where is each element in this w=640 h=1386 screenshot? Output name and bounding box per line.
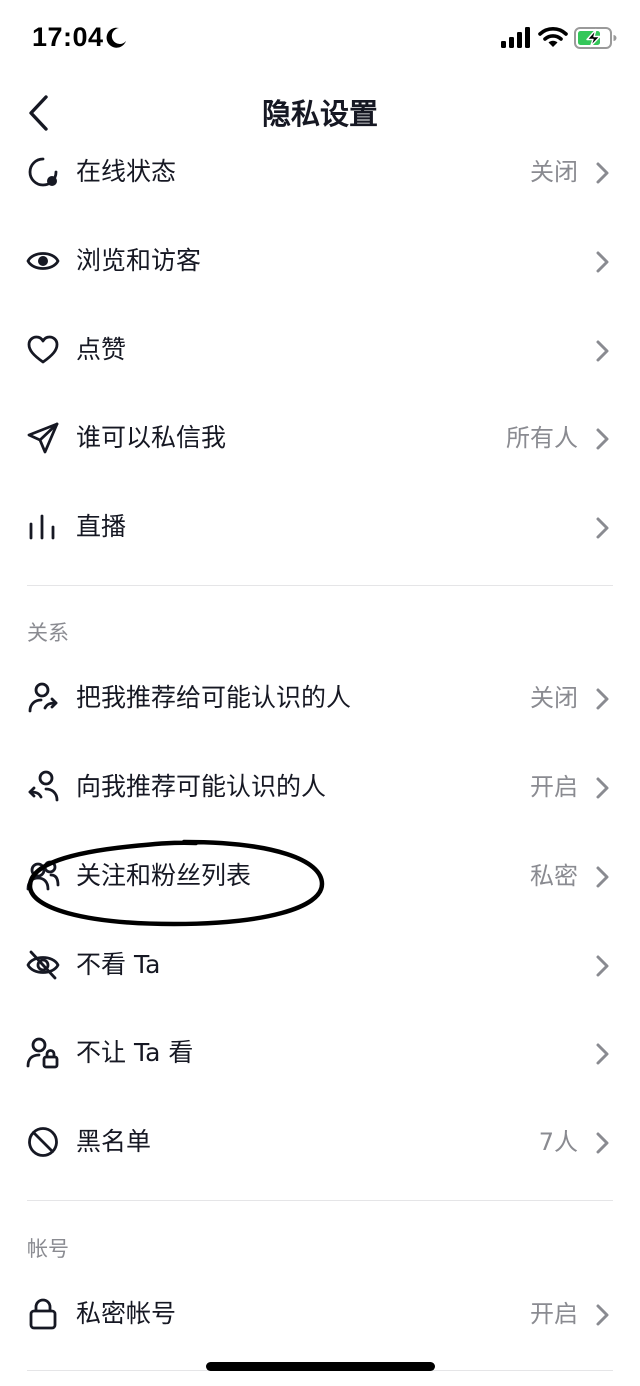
- user-recommend-icon: [26, 770, 60, 804]
- block-icon: [26, 1125, 60, 1159]
- chevron-right-icon: [594, 955, 610, 977]
- row-label: 点赞: [76, 335, 127, 364]
- heart-icon: [26, 333, 60, 367]
- row-label: 在线状态: [76, 157, 177, 186]
- row-label: 谁可以私信我: [76, 423, 227, 452]
- row-label: 不让 Ta 看: [76, 1038, 194, 1067]
- row-label: 私密帐号: [76, 1299, 177, 1328]
- setting-row-hide-ta[interactable]: 不看 Ta: [0, 935, 640, 995]
- setting-row-views-visitors[interactable]: 浏览和访客: [0, 231, 640, 291]
- row-value: 所有人: [506, 424, 578, 452]
- home-indicator[interactable]: [206, 1362, 435, 1371]
- row-value: 关闭: [530, 684, 578, 712]
- setting-row-online-status[interactable]: 在线状态 关闭: [0, 142, 640, 202]
- setting-row-recommend-me[interactable]: 把我推荐给可能认识的人 关闭: [0, 668, 640, 728]
- setting-row-likes[interactable]: 点赞: [0, 320, 640, 380]
- section-header-relations: 关系: [27, 621, 69, 645]
- chevron-right-icon: [594, 162, 610, 184]
- row-value: 关闭: [530, 158, 578, 186]
- chevron-right-icon: [594, 517, 610, 539]
- lock-icon: [26, 1297, 60, 1331]
- setting-row-block-ta-view[interactable]: 不让 Ta 看: [0, 1023, 640, 1083]
- setting-row-recommend-to-me[interactable]: 向我推荐可能认识的人 开启: [0, 757, 640, 817]
- eye-icon: [26, 244, 60, 278]
- moon-icon: [104, 26, 128, 50]
- chevron-right-icon: [594, 1304, 610, 1326]
- row-label: 黑名单: [76, 1127, 152, 1156]
- battery-charging-icon: [574, 26, 618, 50]
- row-label: 向我推荐可能认识的人: [76, 772, 327, 801]
- section-divider: [27, 1200, 613, 1201]
- chevron-right-icon: [594, 428, 610, 450]
- live-bars-icon: [26, 510, 60, 544]
- row-value: 开启: [530, 1300, 578, 1328]
- chevron-right-icon: [594, 866, 610, 888]
- status-bar: 17:04: [0, 0, 640, 80]
- row-value: 开启: [530, 773, 578, 801]
- setting-row-private-account[interactable]: 私密帐号 开启: [0, 1284, 640, 1344]
- privacy-settings-screen: 17:04 隐私设置 在线状态 关闭 浏览和访客 点赞 谁可以私信我 所有人 直…: [0, 0, 640, 1386]
- annotation-circle: [24, 838, 328, 928]
- chevron-right-icon: [594, 777, 610, 799]
- paper-plane-icon: [26, 421, 60, 455]
- row-label: 直播: [76, 512, 127, 541]
- row-value: 私密: [530, 862, 578, 890]
- page-title: 隐私设置: [261, 97, 378, 131]
- section-header-account: 帐号: [27, 1237, 69, 1261]
- online-status-icon: [26, 155, 60, 189]
- chevron-right-icon: [594, 340, 610, 362]
- setting-row-blacklist[interactable]: 黑名单 7人: [0, 1112, 640, 1172]
- user-share-icon: [26, 681, 60, 715]
- user-lock-icon: [26, 1036, 60, 1070]
- chevron-right-icon: [594, 688, 610, 710]
- eye-off-icon: [26, 948, 60, 982]
- row-label: 把我推荐给可能认识的人: [76, 683, 352, 712]
- status-time: 17:04: [32, 22, 104, 52]
- chevron-right-icon: [594, 1043, 610, 1065]
- row-value: 7人: [538, 1128, 578, 1156]
- cellular-signal-icon: [500, 27, 532, 49]
- chevron-right-icon: [594, 1132, 610, 1154]
- chevron-right-icon: [594, 251, 610, 273]
- setting-row-who-can-message[interactable]: 谁可以私信我 所有人: [0, 408, 640, 468]
- section-divider: [27, 585, 613, 586]
- setting-row-live[interactable]: 直播: [0, 497, 640, 557]
- wifi-icon: [538, 26, 568, 48]
- row-label: 不看 Ta: [76, 950, 161, 979]
- row-label: 浏览和访客: [76, 246, 202, 275]
